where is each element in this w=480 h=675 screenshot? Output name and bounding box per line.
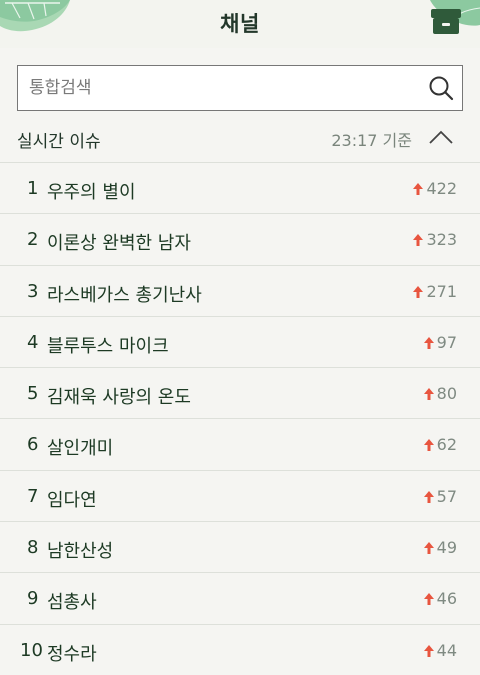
rank-change: 62	[423, 435, 457, 455]
rank-number: 9	[27, 588, 39, 610]
arrow-up-icon	[413, 234, 424, 247]
arrow-up-icon	[423, 336, 434, 349]
arrow-up-icon	[423, 490, 434, 503]
arrow-up-icon	[423, 644, 434, 657]
rank-number: 3	[27, 280, 39, 302]
issue-keyword[interactable]: 정수라	[47, 640, 97, 666]
search-box	[17, 65, 463, 111]
issue-keyword[interactable]: 남한산성	[47, 537, 113, 563]
chevron-up-icon[interactable]	[426, 128, 456, 146]
search-icon[interactable]	[428, 75, 454, 101]
arrow-up-icon	[423, 439, 434, 452]
issue-keyword[interactable]: 섬총사	[47, 588, 97, 614]
arrow-up-icon	[423, 388, 434, 401]
archive-box-icon[interactable]	[428, 6, 464, 36]
change-value: 62	[436, 435, 457, 455]
update-time: 23:17 기준	[331, 131, 412, 150]
list-item[interactable]: 3 라스베가스 총기난사 271	[0, 264, 480, 316]
rank-number: 1	[27, 178, 39, 199]
list-item[interactable]: 5 김재욱 사랑의 온도 80	[0, 367, 480, 418]
change-value: 46	[436, 589, 457, 609]
change-value: 271	[426, 281, 457, 301]
rank-change: 49	[423, 538, 457, 558]
rank-number: 5	[27, 383, 39, 405]
issue-keyword[interactable]: 블루투스 마이크	[47, 332, 169, 358]
list-item[interactable]: 4 블루투스 마이크 97	[0, 315, 480, 367]
search-input[interactable]	[18, 66, 408, 109]
app-header: 채널	[0, 0, 480, 48]
rank-number: 10	[20, 639, 43, 661]
list-item[interactable]: 7 임다연 57	[0, 469, 480, 521]
issue-keyword[interactable]: 임다연	[47, 486, 97, 512]
list-item[interactable]: 6 살인개미 62	[0, 418, 480, 469]
issue-list: 1 우주의 별이 422 2 이론상 완벽한 남자 323 3 라스베가스 총기…	[0, 162, 480, 675]
list-item[interactable]: 10 정수라 44	[0, 623, 480, 675]
issue-keyword[interactable]: 우주의 별이	[47, 178, 136, 204]
section-title: 실시간 이슈	[17, 132, 101, 152]
list-item[interactable]: 1 우주의 별이 422	[0, 162, 480, 213]
change-value: 49	[436, 538, 457, 558]
rank-number: 6	[27, 434, 39, 456]
change-value: 323	[426, 230, 457, 250]
issue-keyword[interactable]: 살인개미	[47, 434, 113, 460]
list-item[interactable]: 8 남한산성 49	[0, 521, 480, 572]
change-value: 80	[436, 384, 457, 404]
arrow-up-icon	[423, 542, 434, 555]
rank-number: 7	[27, 485, 39, 507]
page-title: 채널	[220, 12, 260, 36]
rank-number: 2	[27, 229, 39, 251]
rank-change: 271	[413, 282, 457, 301]
rank-change: 57	[423, 486, 457, 506]
rank-change: 44	[423, 640, 457, 660]
arrow-up-icon	[413, 285, 424, 298]
list-item[interactable]: 2 이론상 완벽한 남자 323	[0, 213, 480, 264]
rank-change: 323	[413, 230, 457, 249]
issue-keyword[interactable]: 김재욱 사랑의 온도	[47, 383, 191, 409]
change-value: 422	[426, 179, 457, 198]
rank-change: 80	[423, 384, 457, 404]
issue-keyword[interactable]: 라스베가스 총기난사	[47, 281, 202, 307]
rank-number: 8	[27, 537, 39, 559]
change-value: 57	[436, 486, 457, 506]
rank-number: 4	[27, 331, 39, 353]
rank-change: 46	[423, 589, 457, 609]
rank-change: 97	[423, 332, 457, 352]
change-value: 97	[436, 332, 457, 352]
rank-change: 422	[413, 179, 457, 198]
arrow-up-icon	[413, 183, 424, 195]
issue-keyword[interactable]: 이론상 완벽한 남자	[47, 229, 191, 255]
change-value: 44	[436, 640, 457, 660]
arrow-up-icon	[423, 593, 434, 606]
list-item[interactable]: 9 섬총사 46	[0, 572, 480, 623]
realtime-issue-header: 실시간 이슈 23:17 기준	[0, 112, 480, 162]
